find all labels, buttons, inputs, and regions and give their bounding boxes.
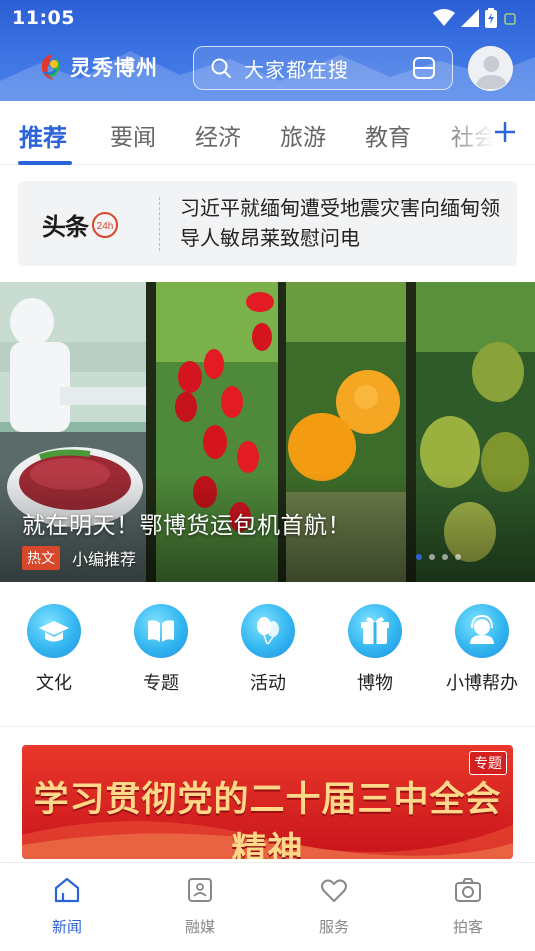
tab-recommend[interactable]: 推荐 bbox=[19, 118, 67, 153]
home-news-icon bbox=[54, 877, 80, 903]
headline-separator bbox=[159, 197, 160, 251]
battery-icon bbox=[485, 8, 497, 28]
nav-news[interactable]: 新闻 bbox=[22, 875, 112, 937]
tab-education[interactable]: 教育 bbox=[365, 118, 411, 152]
bottom-navigation: 新闻 融媒 服务 拍客 bbox=[0, 862, 535, 951]
media-icon bbox=[188, 878, 212, 902]
nav-label: 服务 bbox=[318, 918, 349, 936]
special-topic-badge: 专题 bbox=[469, 751, 507, 775]
promo-text: 学习贯彻党的二十届三中全会精神 bbox=[33, 780, 502, 859]
user-avatar[interactable] bbox=[468, 46, 513, 91]
nav-services[interactable]: 服务 bbox=[289, 875, 379, 937]
shortcut-label: 文化 bbox=[36, 673, 72, 694]
section-divider bbox=[0, 726, 535, 727]
add-channel-button[interactable] bbox=[489, 116, 521, 148]
app-header: 11:05 灵秀博州 大家都在搜 bbox=[0, 0, 535, 101]
sim-icon bbox=[504, 13, 516, 25]
camera-icon bbox=[455, 878, 481, 902]
carousel-indicator bbox=[416, 554, 461, 560]
nav-label: 融媒 bbox=[184, 918, 215, 936]
svg-text:24h: 24h bbox=[97, 221, 114, 232]
shortcut-special-topics[interactable]: 专题 bbox=[111, 604, 211, 695]
carousel-dot[interactable] bbox=[442, 554, 448, 560]
status-icons bbox=[433, 8, 517, 28]
shortcut-events[interactable]: 活动 bbox=[218, 604, 318, 695]
clock-24h-icon: 24h bbox=[92, 211, 118, 238]
balloons-icon bbox=[241, 604, 295, 658]
scan-icon[interactable] bbox=[412, 56, 436, 80]
book-icon bbox=[134, 604, 188, 658]
gift-box-icon bbox=[348, 604, 402, 658]
user-avatar-icon bbox=[469, 47, 512, 90]
app-logo: 灵秀博州 bbox=[36, 52, 158, 82]
tab-economy[interactable]: 经济 bbox=[195, 118, 241, 152]
nav-label: 新闻 bbox=[51, 918, 82, 936]
toutiao-brand: 头条 24h bbox=[42, 207, 120, 242]
graduation-cap-icon bbox=[27, 604, 81, 658]
banner-title[interactable]: 就在明天！鄂博货运包机首航！ bbox=[22, 506, 351, 540]
shortcut-label: 专题 bbox=[143, 673, 179, 694]
heart-service-icon bbox=[321, 879, 347, 902]
category-tabs: 推荐 要闻 经济 旅游 教育 社会 bbox=[0, 101, 535, 165]
nav-snapshot[interactable]: 拍客 bbox=[423, 875, 513, 937]
shortcut-grid: 文化 专题 活动 博物 小博帮办 bbox=[0, 600, 535, 710]
nav-media[interactable]: 融媒 bbox=[155, 875, 245, 937]
search-placeholder: 大家都在搜 bbox=[244, 57, 349, 82]
support-agent-icon bbox=[455, 604, 509, 658]
tab-tourism[interactable]: 旅游 bbox=[280, 118, 326, 152]
shortcut-assistance[interactable]: 小博帮办 bbox=[432, 604, 532, 695]
nav-label: 拍客 bbox=[452, 918, 483, 936]
wifi-icon bbox=[433, 9, 455, 26]
shortcut-label: 活动 bbox=[250, 673, 286, 694]
headline-brand-label: 头条 bbox=[42, 213, 89, 241]
plus-icon bbox=[495, 122, 515, 142]
active-tab-indicator bbox=[18, 161, 72, 165]
hot-article-badge: 热文 bbox=[22, 546, 60, 570]
status-time: 11:05 bbox=[12, 7, 75, 29]
headline-text[interactable]: 习近平就缅甸遭受地震灾害向缅甸领导人敏昂莱致慰问电 bbox=[180, 193, 500, 253]
carousel-dot[interactable] bbox=[455, 554, 461, 560]
status-bar: 11:05 bbox=[0, 0, 535, 36]
search-bar[interactable]: 大家都在搜 bbox=[193, 46, 453, 90]
carousel-dot[interactable] bbox=[429, 554, 435, 560]
carousel-dot[interactable] bbox=[416, 554, 422, 560]
promo-banner[interactable]: 学习贯彻党的二十届三中全会精神 专题 bbox=[22, 745, 513, 859]
headline-card[interactable]: 头条 24h 习近平就缅甸遭受地震灾害向缅甸领导人敏昂莱致慰问电 bbox=[18, 181, 517, 266]
shortcut-culture[interactable]: 文化 bbox=[4, 604, 104, 695]
tab-important-news[interactable]: 要闻 bbox=[110, 118, 156, 152]
shortcut-label: 博物 bbox=[357, 673, 393, 694]
app-name: 灵秀博州 bbox=[70, 56, 158, 80]
banner-carousel[interactable]: 就在明天！鄂博货运包机首航！ 热文 小编推荐 bbox=[0, 282, 535, 582]
banner-subtitle: 小编推荐 bbox=[72, 550, 137, 569]
logo-mark-icon bbox=[41, 54, 60, 80]
signal-icon bbox=[461, 9, 479, 27]
search-icon bbox=[211, 58, 231, 78]
shortcut-label: 小博帮办 bbox=[446, 673, 518, 694]
shortcut-museum[interactable]: 博物 bbox=[325, 604, 425, 695]
